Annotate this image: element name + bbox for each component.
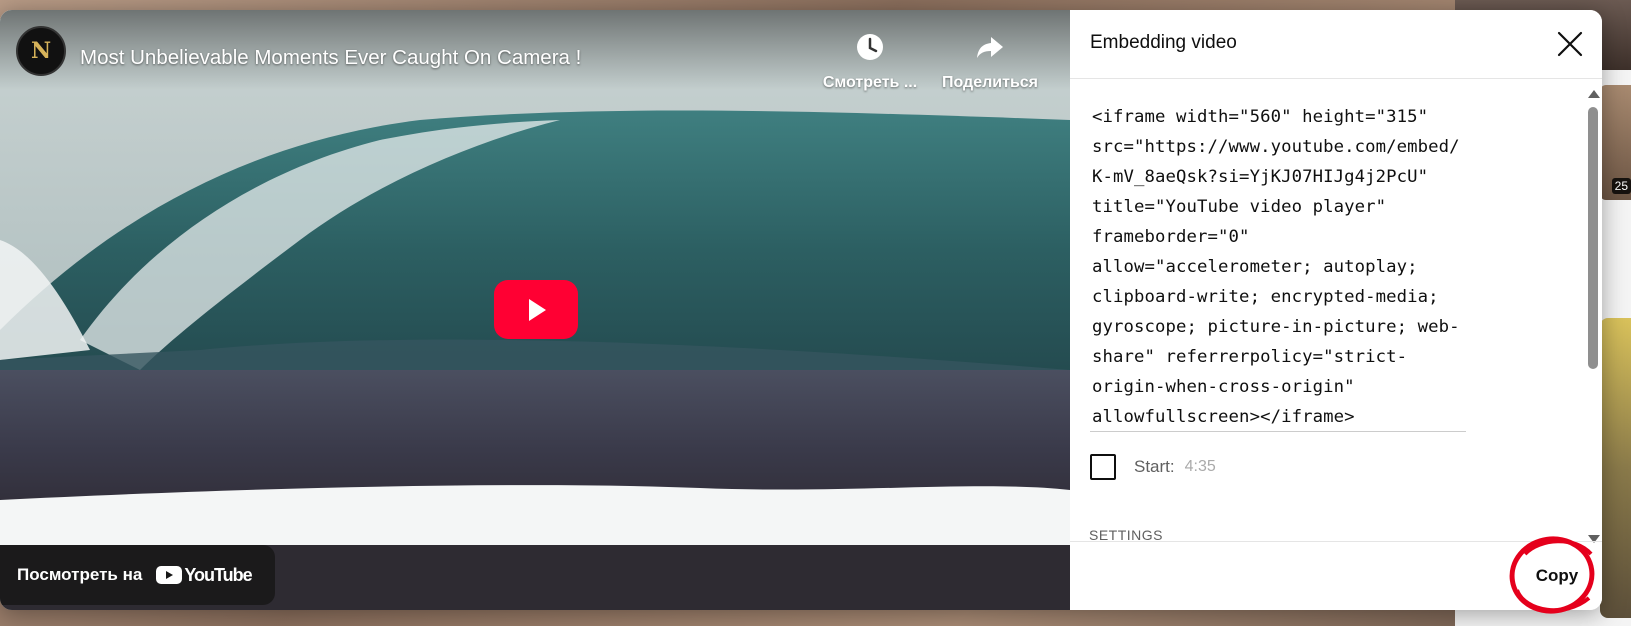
background-thumbnail[interactable]: 25 — [1600, 85, 1631, 200]
watch-later-button[interactable]: Смотреть ... — [815, 30, 925, 92]
start-label: Start: — [1134, 457, 1175, 476]
video-preview[interactable]: N Most Unbelievable Moments Ever Caught … — [0, 10, 1070, 610]
divider — [1070, 541, 1602, 542]
close-icon[interactable] — [1552, 26, 1588, 62]
share-arrow-icon — [977, 37, 1003, 58]
embed-panel: Embedding video <iframe width="560" heig… — [1070, 10, 1602, 610]
channel-avatar-letter: N — [30, 38, 52, 64]
play-button[interactable] — [494, 280, 578, 339]
scrollbar-thumb[interactable] — [1588, 107, 1598, 369]
youtube-logo-text: YouTube — [184, 564, 252, 585]
copy-button[interactable]: Copy — [1524, 559, 1590, 593]
scroll-up-arrow[interactable] — [1588, 90, 1600, 98]
share-button[interactable]: Поделиться — [935, 30, 1045, 92]
start-checkbox[interactable] — [1090, 454, 1116, 480]
video-title[interactable]: Most Unbelievable Moments Ever Caught On… — [80, 46, 581, 70]
youtube-logo: YouTube — [156, 564, 253, 586]
clock-icon — [857, 34, 883, 60]
watch-on-label: Посмотреть на — [17, 565, 143, 584]
youtube-logo-icon — [156, 566, 183, 584]
embed-dialog: N Most Unbelievable Moments Ever Caught … — [0, 10, 1602, 610]
watch-later-label: Смотреть ... — [822, 74, 918, 91]
panel-title: Embedding video — [1090, 32, 1237, 53]
thumbnail-duration: 25 — [1611, 178, 1631, 194]
channel-avatar[interactable]: N — [16, 26, 66, 76]
divider — [1070, 78, 1602, 79]
embed-code-textarea[interactable]: <iframe width="560" height="315" src="ht… — [1092, 102, 1467, 432]
play-icon — [529, 298, 546, 321]
watch-on-youtube-button[interactable]: Посмотреть на YouTube — [0, 545, 275, 605]
start-time-row: Start: 4:35 — [1090, 453, 1216, 481]
share-label: Поделиться — [941, 74, 1039, 91]
textarea-underline — [1090, 431, 1466, 432]
background-thumbnail[interactable] — [1600, 318, 1631, 618]
start-time-input[interactable]: 4:35 — [1185, 458, 1216, 476]
